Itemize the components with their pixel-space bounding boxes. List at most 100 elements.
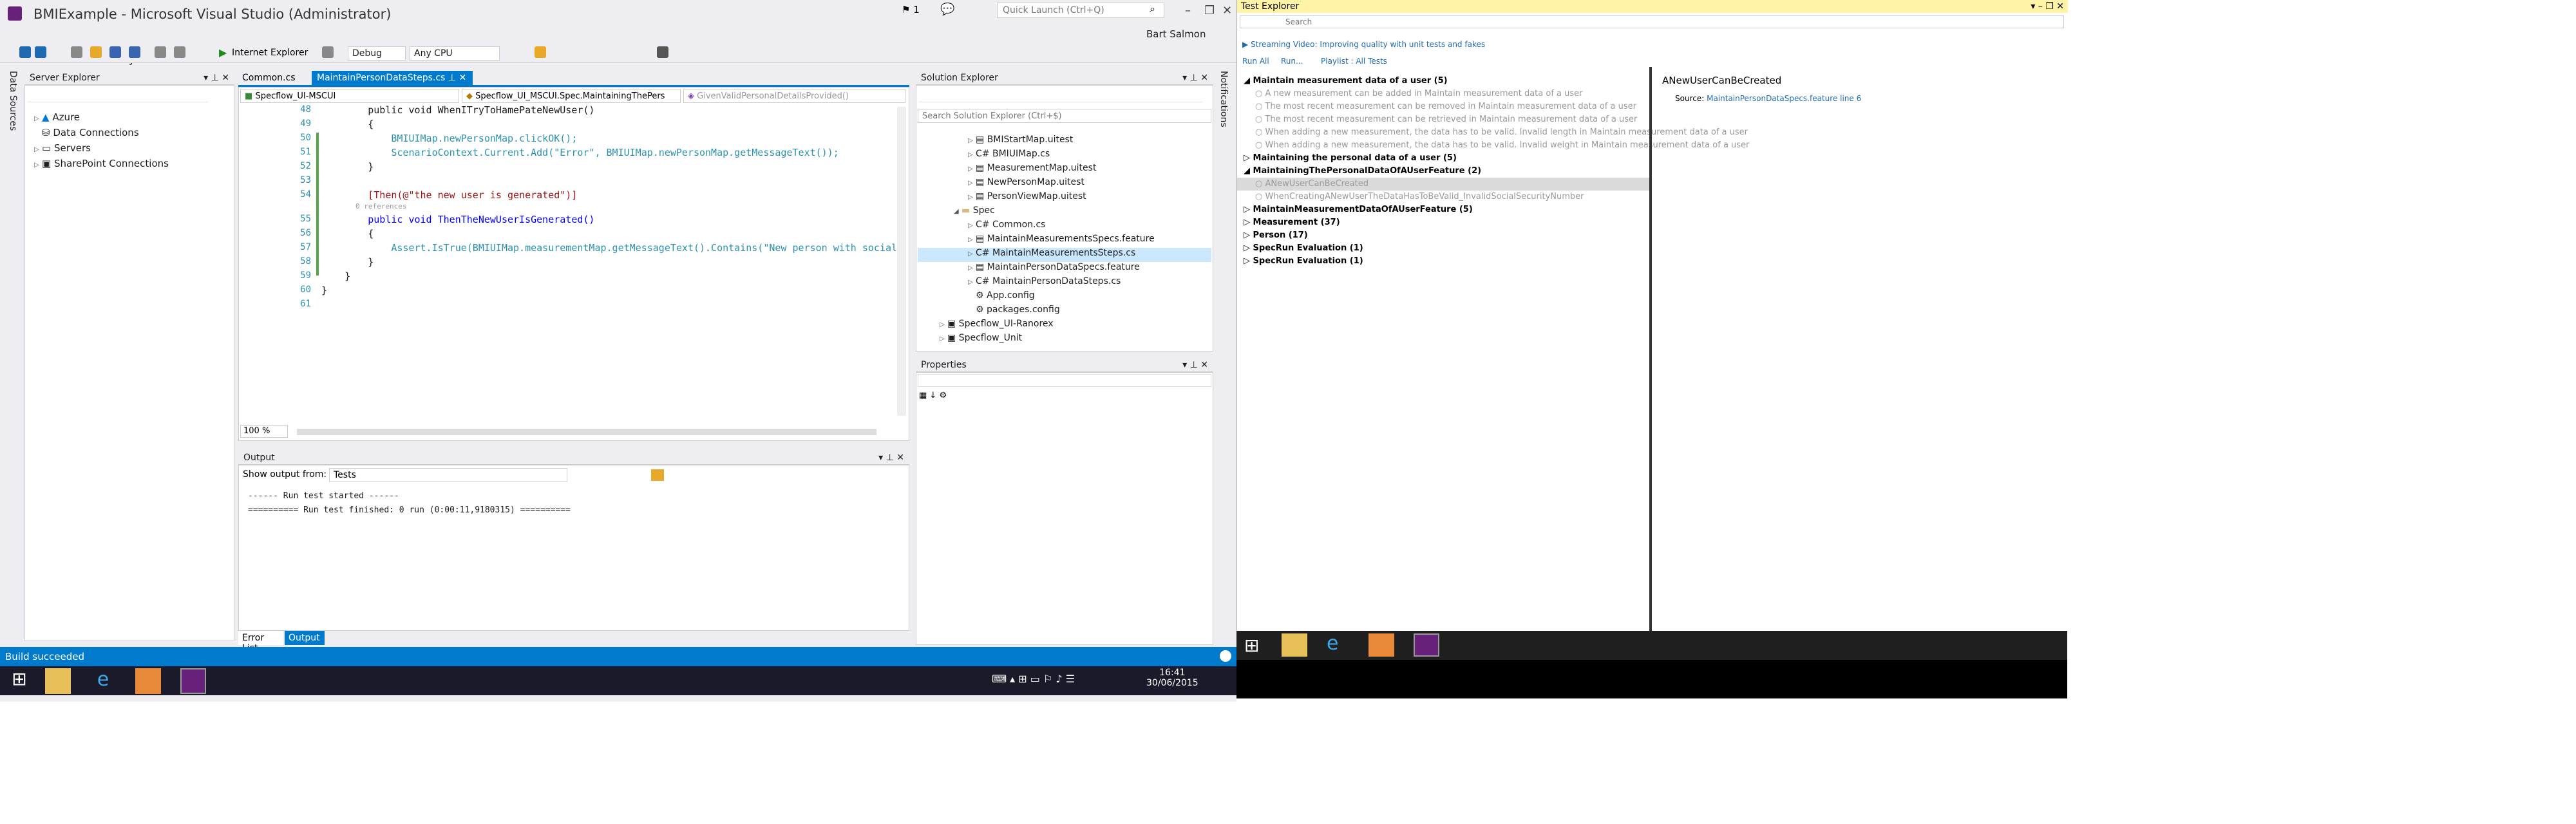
search-icon[interactable]: ⌕ — [1150, 3, 1155, 15]
code-line[interactable]: public void ThenTheNewUserIsGenerated() — [321, 214, 594, 225]
visual-studio-taskbar-icon[interactable] — [180, 668, 206, 694]
code-line[interactable]: Assert.IsTrue(BMIUIMap.measurementMap.ge… — [321, 242, 896, 254]
output-source-select[interactable]: Tests — [329, 468, 567, 482]
code-line[interactable]: } — [321, 285, 327, 296]
pane-close-icon[interactable]: ▾ ⊥ ✕ — [878, 453, 904, 463]
vertical-scrollbar[interactable] — [897, 107, 906, 416]
test-item[interactable]: ○ When adding a new measurement, the dat… — [1255, 127, 1748, 137]
internet-explorer-icon[interactable]: e — [1327, 632, 1338, 655]
solution-item[interactable]: ▷ ▤ PersonViewMap.uitest — [968, 191, 1086, 201]
media-app-icon[interactable] — [135, 668, 161, 694]
start-debug-icon[interactable]: ▶ — [219, 46, 227, 59]
test-item[interactable]: ○ A new measurement can be added in Main… — [1255, 89, 1582, 98]
tree-item-azure[interactable]: ▷ ▲ Azure — [34, 111, 80, 123]
code-line[interactable]: BMIUIMap.newPersonMap.clickOK(); — [321, 133, 577, 144]
test-item[interactable]: ○ WhenCreatingANewUserTheDataHasToBeVali… — [1255, 192, 1584, 201]
tree-item-sharepoint[interactable]: ▷ ▣ SharePoint Connections — [34, 158, 169, 169]
save-all-icon[interactable] — [129, 46, 140, 58]
back-icon[interactable] — [19, 46, 31, 58]
code-line[interactable]: ScenarioContext.Current.Add("Error", BMI… — [321, 147, 838, 158]
test-item[interactable]: ○ The most recent measurement can be ret… — [1255, 115, 1637, 124]
type-nav-select[interactable]: ◆ Specflow_UI_MSCUI.Spec.MaintainingTheP… — [462, 89, 681, 103]
minimize-button[interactable]: – — [1185, 4, 1191, 17]
bookmark-icon[interactable] — [657, 46, 668, 58]
close-tab-icon[interactable]: ✕ — [459, 73, 466, 83]
platform-select[interactable]: Any CPU — [410, 46, 500, 61]
code-lens-references[interactable]: 0 references — [321, 202, 406, 211]
properties-toolbar[interactable]: ▦ ↓ ⚙ — [919, 391, 947, 400]
pin-icon[interactable]: ⊥ — [448, 73, 456, 83]
forward-icon[interactable] — [35, 46, 46, 58]
browser-select[interactable]: Internet Explorer — [232, 48, 308, 58]
media-app-icon[interactable] — [1368, 633, 1394, 657]
internet-explorer-icon[interactable]: e — [90, 668, 116, 694]
solution-item[interactable]: ▷ ▤ MaintainMeasurementsSpecs.feature — [968, 234, 1155, 244]
pane-close-icon[interactable]: ▾ ⊥ ✕ — [204, 73, 229, 83]
code-line[interactable]: public void WhenITryToHamePateNewUser() — [321, 104, 594, 116]
redo-icon[interactable] — [174, 46, 185, 58]
windows-start-icon[interactable]: ⊞ — [6, 668, 32, 694]
solution-item[interactable]: ▷ ▤ MeasurementMap.uitest — [968, 163, 1096, 173]
test-item[interactable]: ○ When adding a new measurement, the dat… — [1255, 140, 1749, 150]
visual-studio-taskbar-icon[interactable] — [1414, 633, 1439, 657]
notification-flag-icon[interactable]: ⚑ 1 — [902, 4, 920, 15]
clock[interactable]: 16:41 30/06/2015 — [1146, 668, 1198, 688]
solution-search-input[interactable]: Search Solution Explorer (Ctrl+$) — [918, 109, 1211, 123]
file-explorer-icon[interactable] — [45, 668, 71, 694]
run-all-link[interactable]: Run All — [1242, 57, 1269, 66]
properties-object-select[interactable] — [918, 374, 1211, 387]
source-link[interactable]: MaintainPersonDataSpecs.feature line 6 — [1707, 94, 1861, 103]
find-icon[interactable] — [535, 46, 546, 58]
solution-item[interactable]: ▷ C# MaintainPersonDataSteps.cs — [968, 276, 1121, 286]
test-group[interactable]: ▷ Person (17) — [1244, 230, 1308, 240]
feedback-icon[interactable]: 💬 — [940, 3, 954, 16]
refresh-icon[interactable] — [322, 46, 334, 58]
solution-project[interactable]: ▷ ▣ Specflow_Unit — [940, 333, 1022, 343]
windows-start-icon[interactable]: ⊞ — [1244, 635, 1259, 656]
close-button[interactable]: ✕ — [1222, 4, 1232, 17]
test-group[interactable]: ▷ SpecRun Evaluation (1) — [1244, 243, 1363, 253]
config-select[interactable]: Debug — [348, 46, 406, 61]
solution-item[interactable]: ⚙ packages.config — [968, 304, 1060, 315]
quick-launch-input[interactable]: Quick Launch (Ctrl+Q) — [997, 3, 1164, 18]
undo-icon[interactable] — [155, 46, 166, 58]
test-group[interactable]: ▷ MaintainMeasurementDataOfAUserFeature … — [1244, 205, 1473, 214]
project-nav-select[interactable]: ■ Specflow_UI-MSCUI — [240, 89, 459, 103]
tab-common-cs[interactable]: Common.cs — [238, 71, 309, 85]
solution-item[interactable]: ▷ C# Common.cs — [968, 220, 1045, 230]
restore-button[interactable]: ❐ — [1204, 4, 1215, 17]
code-line[interactable]: } — [321, 270, 350, 282]
test-item-selected[interactable]: ○ ANewUserCanBeCreated — [1255, 179, 1368, 189]
test-item[interactable]: ○ The most recent measurement can be rem… — [1255, 102, 1636, 111]
test-group[interactable]: ▷ SpecRun Evaluation (1) — [1244, 256, 1363, 266]
status-indicator-icon[interactable] — [1220, 650, 1231, 662]
run-menu[interactable]: Run... — [1281, 57, 1303, 66]
open-icon[interactable] — [90, 46, 102, 58]
data-sources-tab[interactable]: Data Sources — [8, 71, 18, 131]
code-line[interactable]: } — [321, 256, 374, 268]
playlist-menu[interactable]: Playlist : All Tests — [1321, 57, 1387, 66]
solution-item-selected[interactable]: ▷ C# MaintainMeasurementsSteps.cs — [968, 248, 1135, 258]
splitter[interactable] — [1649, 67, 1652, 631]
solution-project[interactable]: ▷ ▣ Specflow_UI-Ranorex — [940, 319, 1054, 329]
word-wrap-icon[interactable] — [651, 469, 664, 481]
solution-item[interactable]: ▷ C# BMIUIMap.cs — [968, 149, 1050, 159]
zoom-select[interactable]: 100 % — [240, 425, 288, 438]
solution-item[interactable]: ⚙ App.config — [968, 290, 1035, 301]
save-icon[interactable] — [109, 46, 121, 58]
tab-output[interactable]: Output — [285, 631, 325, 645]
solution-folder[interactable]: ◢ ▬ Spec — [954, 205, 995, 216]
tab-maintain-person-data-steps[interactable]: MaintainPersonDataSteps.cs ⊥ ✕ — [312, 71, 473, 85]
tree-item-servers[interactable]: ▷ ▭ Servers — [34, 142, 91, 154]
tree-item-data-connections[interactable]: ⛁ Data Connections — [42, 127, 139, 138]
code-line[interactable]: { — [321, 118, 374, 130]
window-controls[interactable]: ▾ – ❐ ✕ — [2031, 1, 2064, 12]
code-line[interactable]: [Then(@"the new user is generated")] — [321, 189, 577, 201]
solution-item[interactable]: ▷ ▤ BMIStartMap.uitest — [968, 135, 1073, 145]
solution-item[interactable]: ▷ ▤ MaintainPersonDataSpecs.feature — [968, 262, 1140, 272]
test-group[interactable]: ◢ Maintain measurement data of a user (5… — [1244, 76, 1448, 86]
test-group[interactable]: ◢ MaintainingThePersonalDataOfAUserFeatu… — [1244, 166, 1481, 176]
pane-close-icon[interactable]: ▾ ⊥ ✕ — [1182, 360, 1208, 370]
horizontal-scrollbar[interactable] — [297, 429, 876, 435]
test-group[interactable]: ▷ Maintaining the personal data of a use… — [1244, 153, 1457, 163]
